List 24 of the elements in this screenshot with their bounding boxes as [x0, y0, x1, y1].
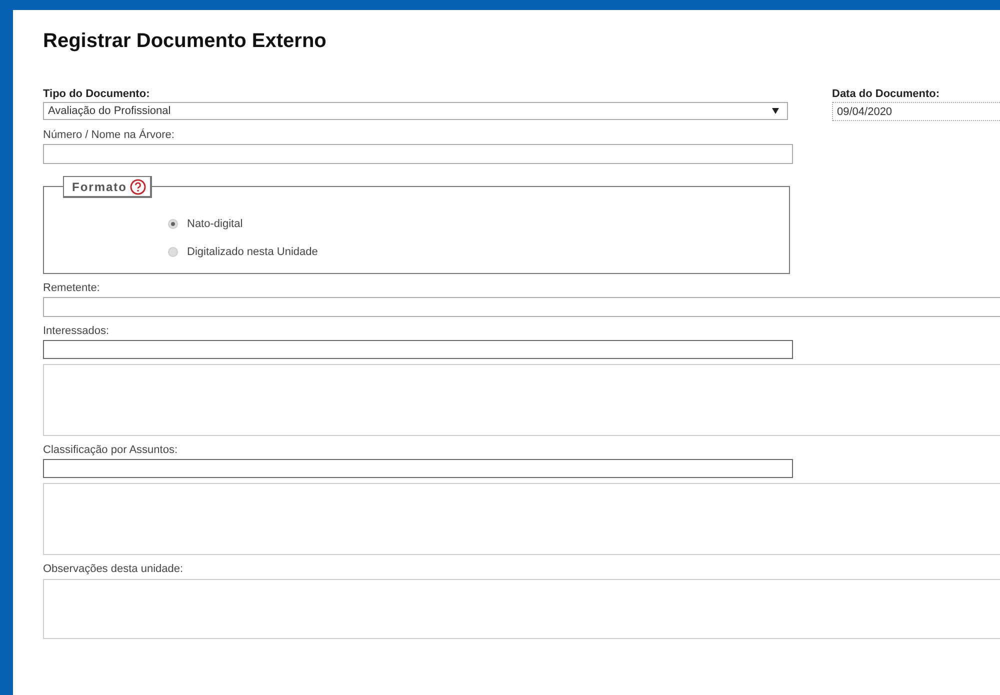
search-field[interactable] [43, 459, 793, 478]
document-type-dropdown[interactable]: Avaliação do Profissional [43, 102, 788, 120]
field-label: Remetente: [43, 282, 101, 295]
field-label: Interessados: [43, 325, 110, 338]
help-icon[interactable] [130, 179, 146, 195]
tree-name-field[interactable] [43, 144, 793, 164]
field-label: Classificação por Assuntos: [43, 444, 179, 457]
radio-button[interactable] [168, 219, 178, 229]
field-label: Tipo do Documento: [43, 88, 150, 101]
radio-button[interactable] [168, 247, 178, 257]
field-label: Observações desta unidade: [43, 563, 184, 576]
text-field[interactable] [43, 297, 1000, 317]
list-box[interactable] [43, 483, 1000, 555]
legend-text: Formato [72, 180, 127, 194]
radio-label: Digitalizado nesta Unidade [187, 246, 318, 258]
date-field[interactable]: 09/04/2020 [832, 102, 1000, 121]
search-field[interactable] [43, 340, 793, 359]
notes-field[interactable] [43, 579, 1000, 639]
caret-icon [772, 108, 779, 114]
list-box[interactable] [43, 364, 1000, 436]
field-label: Data do Documento: [832, 88, 940, 101]
page-title: Registrar Documento Externo [43, 29, 328, 54]
radio-label: Nato-digital [187, 218, 243, 230]
field-label: Número / Nome na Árvore: [43, 129, 176, 142]
